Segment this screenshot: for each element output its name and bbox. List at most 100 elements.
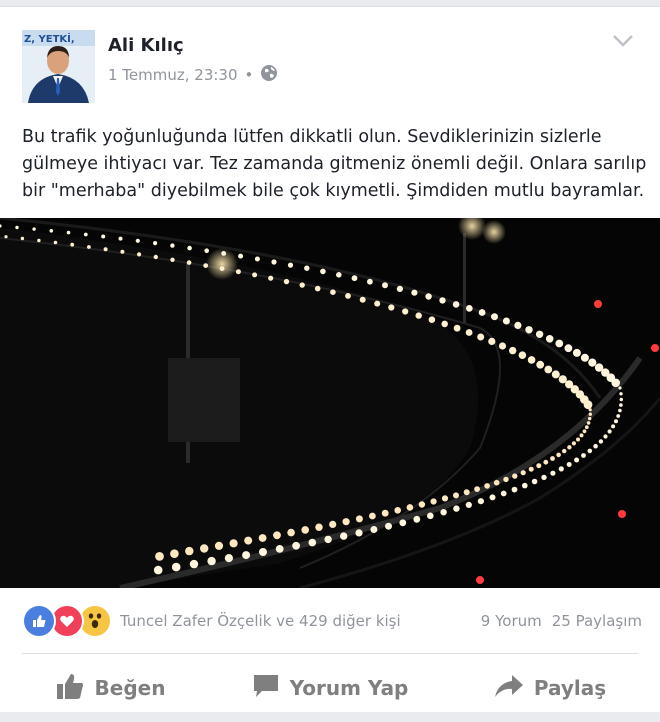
headlight [299,282,305,288]
headlight [399,519,407,527]
headlight [619,403,623,407]
headlight [588,358,597,367]
headlight [242,551,251,560]
headlight [153,241,158,246]
headlight [551,370,560,379]
author-name[interactable]: Ali Kılıç [108,35,184,56]
headlight [562,448,567,454]
headlight [189,559,199,569]
headlight [304,265,310,271]
headlight [374,300,381,307]
comment-button[interactable]: Yorum Yap [220,663,440,713]
headlight [465,329,473,336]
headlight [273,531,281,540]
post-card: Z, YETKİ, Ali Kılıç 1 Temmuz, 23:30 • Bu… [0,6,660,713]
headlight [70,242,75,247]
headlight [118,236,123,241]
post-timestamp[interactable]: 1 Temmuz, 23:30 [108,66,238,84]
headlight [550,456,555,461]
headlight [381,509,389,517]
taillight [651,344,659,352]
headlight [593,443,598,449]
headlight [545,335,554,343]
like-button[interactable]: Beğen [0,663,220,713]
share-arrow-icon [494,674,524,703]
headlight [566,462,572,467]
headlight [441,495,449,502]
headlight [582,429,587,434]
headlight [463,489,470,496]
headlight [477,498,484,505]
headlight [603,434,608,439]
headlight [498,342,507,350]
headlight [528,466,534,472]
headlight [465,501,472,508]
headlight [579,433,584,438]
headlight [531,478,538,485]
engagement-counts: 9 Yorum 25 Paylaşım [481,612,642,630]
headlight [512,473,518,479]
headlight [235,269,241,275]
globe-icon[interactable] [260,64,278,86]
headlight [527,356,536,364]
headlight [544,365,553,374]
headlight [396,285,403,292]
headlight [382,282,388,289]
headlight [541,474,547,481]
headlight [503,476,509,483]
post-photo[interactable] [0,218,660,588]
headlight [254,256,260,262]
headlight [170,549,179,558]
post-text: Bu trafik yoğunluğunda lütfen dikkatli o… [22,124,646,205]
share-button[interactable]: Paylaş [440,663,660,713]
taillight [594,300,602,308]
chevron-down-icon[interactable] [612,33,634,52]
headlight [342,518,350,526]
headlight [221,251,227,256]
headlight [238,253,244,259]
headlight [614,419,618,424]
headlight [550,470,556,476]
headlight [275,545,284,553]
meta-separator: • [244,66,254,84]
headlight [287,262,294,268]
comment-button-label: Yorum Yap [289,676,409,700]
headlight [493,479,500,486]
headlight [367,278,373,285]
headlight [440,509,447,516]
headlight [618,386,622,390]
headlight [186,260,192,265]
headlight [520,470,526,476]
share-count[interactable]: 25 Paylaşım [552,612,642,630]
headlight [581,453,586,458]
headlight [204,248,209,253]
headlight [598,439,604,444]
headlight [359,296,366,303]
headlight [491,313,498,321]
comment-count[interactable]: 9 Yorum [481,612,542,630]
headlight [543,459,549,465]
headlight [340,532,348,540]
like-icon[interactable] [22,604,56,638]
headlight [259,548,267,556]
thumbs-up-icon [55,672,85,705]
headlight [283,278,290,285]
headlight [308,538,317,547]
reactions-bar: Tuncel Zafer Özçelik ve 429 diğer kişi 9… [22,604,642,638]
headlight [535,330,544,338]
headlight [611,378,620,388]
headlight [425,293,432,300]
avatar[interactable]: Z, YETKİ, [22,30,95,103]
headlight [32,227,36,231]
headlight [567,445,572,450]
headlight [415,312,422,319]
headlight [574,457,580,463]
headlight [488,337,496,345]
headlight [207,556,216,566]
headlight [418,501,426,508]
headlight [229,539,238,548]
reaction-names[interactable]: Tuncel Zafer Özçelik ve 429 diğer kişi [120,612,401,630]
headlight [153,254,158,260]
headlight [428,316,436,323]
action-bar: Beğen Yorum Yap Paylaş [0,663,660,713]
